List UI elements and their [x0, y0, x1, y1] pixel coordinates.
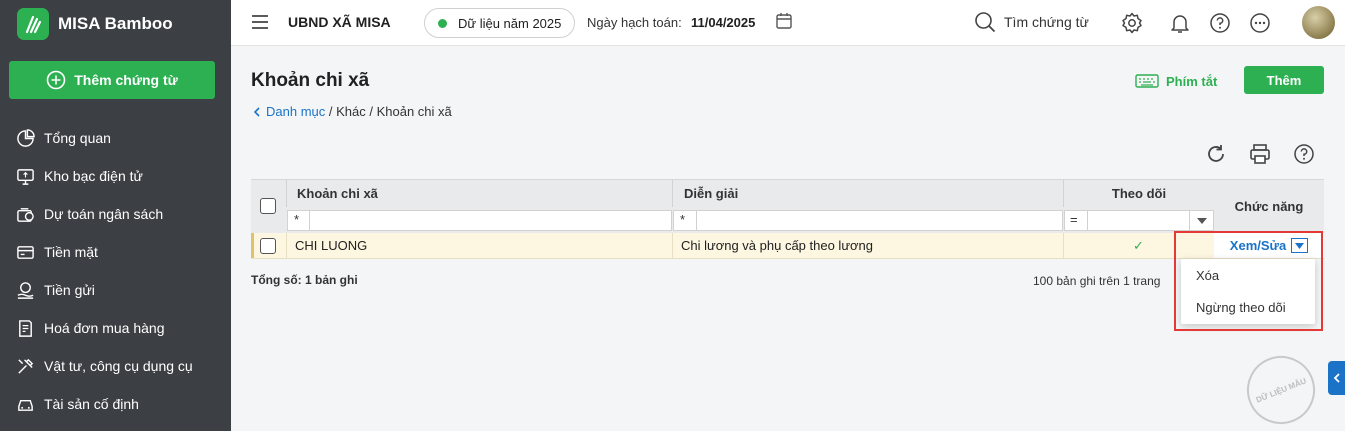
- page-size-selector[interactable]: 100 bản ghi trên 1 trang: [1033, 274, 1160, 288]
- column-header-description[interactable]: Diễn giải: [684, 180, 738, 207]
- notification-bell-icon[interactable]: [1169, 12, 1191, 34]
- sidebar-item-purchase-invoice[interactable]: Hoá đơn mua hàng: [0, 309, 231, 347]
- annotation-highlight-box: [1174, 231, 1323, 331]
- sidebar-item-label: Kho bạc điện tử: [44, 168, 143, 184]
- filter-operator[interactable]: =: [1070, 212, 1078, 227]
- hamburger-menu-icon[interactable]: [251, 14, 269, 30]
- sidebar-item-label: Tài sản cố định: [44, 396, 139, 412]
- add-voucher-button[interactable]: Thêm chứng từ: [9, 61, 215, 99]
- coin-hand-icon: [17, 281, 34, 299]
- sidebar-item-label: Hoá đơn mua hàng: [44, 320, 165, 336]
- sidebar-item-label: Dự toán ngân sách: [44, 206, 164, 222]
- filter-divider: [309, 210, 310, 231]
- fiscal-year-label: Dữ liệu năm 2025: [458, 15, 562, 31]
- tools-icon: [18, 358, 34, 374]
- collapse-panel-tab[interactable]: [1328, 361, 1345, 395]
- breadcrumb: Danh mục / Khác / Khoản chi xã: [251, 104, 452, 119]
- filter-divider: [1189, 210, 1190, 231]
- bamboo-logo-icon: [17, 8, 49, 40]
- accounting-date-value[interactable]: 11/04/2025: [691, 15, 755, 30]
- add-button[interactable]: Thêm: [1244, 66, 1324, 94]
- column-header-name[interactable]: Khoản chi xã: [297, 180, 378, 207]
- help-icon[interactable]: [1293, 143, 1315, 165]
- page-title: Khoản chi xã: [251, 70, 370, 91]
- sidebar-item-label: Tổng quan: [44, 130, 111, 146]
- table-row[interactable]: CHI LUONG Chi lương và phụ cấp theo lươn…: [251, 233, 1324, 259]
- sidebar-item-e-treasury[interactable]: Kho bạc điện tử: [0, 157, 231, 195]
- keyboard-icon: [1135, 74, 1159, 88]
- sidebar-item-deposit[interactable]: Tiền gửi: [0, 271, 231, 309]
- total-records: Tổng số: 1 bản ghi: [251, 273, 358, 287]
- app-logo[interactable]: MISA Bamboo: [17, 8, 173, 40]
- more-options-icon[interactable]: [1249, 12, 1271, 34]
- user-avatar[interactable]: [1302, 6, 1335, 39]
- filter-name-input[interactable]: [287, 210, 672, 231]
- sidebar-item-label: Tiền mặt: [44, 244, 98, 260]
- column-header-actions: Chức năng: [1214, 179, 1324, 233]
- help-icon[interactable]: [1209, 12, 1231, 34]
- sidebar-item-fixed-assets[interactable]: Tài sản cố định: [0, 385, 231, 423]
- filter-operator[interactable]: *: [294, 212, 299, 227]
- table-header-row: Khoản chi xã Diễn giải Theo dõi: [251, 179, 1324, 207]
- breadcrumb-current: Khoản chi xã: [376, 104, 452, 119]
- filter-divider: [1087, 210, 1088, 231]
- column-header-tracking[interactable]: Theo dõi: [1063, 180, 1215, 207]
- sidebar-item-cash[interactable]: Tiền mặt: [0, 233, 231, 271]
- top-header: UBND XÃ MISA Dữ liệu năm 2025 Ngày hạch …: [231, 0, 1345, 46]
- data-grid: Khoản chi xã Diễn giải Theo dõi * * = Ch…: [251, 179, 1324, 259]
- refresh-icon[interactable]: [1205, 143, 1227, 165]
- filter-divider: [696, 210, 697, 231]
- sidebar-nav: Tổng quan Kho bạc điện tử Dự toán ngân s…: [0, 119, 231, 423]
- column-divider: [1063, 180, 1064, 207]
- status-dot-icon: [438, 18, 447, 28]
- sidebar-item-label: Tiền gửi: [44, 282, 95, 298]
- plus-circle-icon: [46, 70, 66, 90]
- breadcrumb-separator: /: [365, 104, 377, 119]
- app-name: MISA Bamboo: [58, 14, 173, 33]
- cell-name: CHI LUONG: [295, 238, 368, 253]
- budget-icon: [17, 207, 34, 222]
- filter-operator[interactable]: *: [680, 212, 685, 227]
- breadcrumb-root-link[interactable]: Danh mục: [266, 104, 325, 119]
- select-all-checkbox[interactable]: [260, 198, 276, 214]
- sidebar-item-budget[interactable]: Dự toán ngân sách: [0, 195, 231, 233]
- pie-chart-icon: [17, 128, 35, 147]
- shortcut-label: Phím tắt: [1166, 73, 1218, 89]
- breadcrumb-mid[interactable]: Khác: [336, 104, 366, 119]
- add-voucher-label: Thêm chứng từ: [74, 72, 178, 88]
- filter-description-input[interactable]: [673, 210, 1063, 231]
- column-divider: [286, 233, 287, 258]
- fiscal-year-selector[interactable]: Dữ liệu năm 2025: [424, 8, 576, 38]
- row-selected-indicator: [251, 233, 254, 258]
- chevron-left-icon: [1333, 373, 1340, 383]
- shortcut-button[interactable]: Phím tắt: [1135, 73, 1217, 89]
- sidebar-item-supplies[interactable]: Vật tư, công cụ dụng cụ: [0, 347, 231, 385]
- caret-down-icon[interactable]: [1197, 218, 1207, 224]
- sidebar-item-label: Vật tư, công cụ dụng cụ: [44, 358, 193, 374]
- search-voucher[interactable]: Tìm chứng từ: [974, 11, 1089, 33]
- car-icon: [18, 399, 33, 411]
- invoice-icon: [19, 319, 32, 337]
- settings-gear-icon[interactable]: [1121, 12, 1143, 34]
- sample-data-watermark: DỮ LIỆU MẪU: [1236, 345, 1326, 431]
- sidebar-item-overview[interactable]: Tổng quan: [0, 119, 231, 157]
- column-divider: [672, 233, 673, 258]
- print-icon[interactable]: [1249, 143, 1271, 165]
- search-icon: [975, 12, 996, 33]
- breadcrumb-separator: /: [325, 104, 337, 119]
- column-divider: [672, 180, 673, 207]
- search-label: Tìm chứng từ: [1004, 14, 1089, 30]
- row-checkbox[interactable]: [260, 238, 276, 254]
- monitor-icon: [17, 168, 34, 185]
- calendar-icon[interactable]: [775, 12, 793, 30]
- chevron-left-icon[interactable]: [251, 106, 263, 118]
- sidebar: MISA Bamboo Thêm chứng từ Tổng quan Kho …: [0, 0, 231, 431]
- cash-icon: [17, 245, 34, 259]
- cell-description: Chi lương và phụ cấp theo lương: [681, 238, 874, 253]
- organization-name[interactable]: UBND XÃ MISA: [288, 14, 391, 30]
- column-divider: [286, 180, 287, 207]
- filter-row: * * =: [251, 207, 1324, 233]
- accounting-date-label: Ngày hạch toán:: [587, 15, 682, 30]
